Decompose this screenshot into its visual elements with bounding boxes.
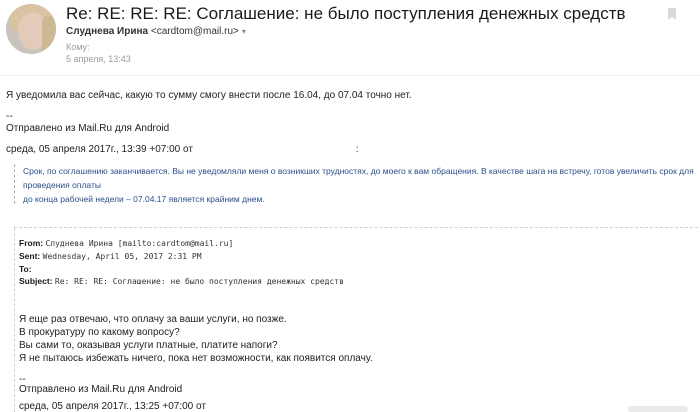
meta-from-label: From: bbox=[19, 238, 44, 248]
meta-sent: Sent: Wednesday, April 05, 2017 2:31 PM bbox=[19, 251, 202, 261]
message-subject: Re: RE: RE: RE: Соглашение: не было пост… bbox=[66, 4, 626, 23]
message-header: Re: RE: RE: RE: Соглашение: не было пост… bbox=[0, 0, 700, 75]
avatar-hair-side bbox=[42, 16, 56, 54]
sender-name[interactable]: Слуднева Ирина bbox=[66, 26, 148, 37]
quote-header-tail: : bbox=[355, 144, 359, 155]
message-line: Вы сами то, оказывая услуги платные, пла… bbox=[19, 340, 278, 351]
bookmark-flag-icon[interactable] bbox=[668, 8, 676, 20]
header-divider bbox=[0, 75, 700, 76]
meta-subject-label: Subject: bbox=[19, 276, 53, 286]
message-line: В прокуратуру по какому вопросу? bbox=[19, 327, 180, 338]
avatar[interactable] bbox=[6, 4, 56, 54]
meta-to: To: bbox=[19, 264, 32, 274]
message-date: 5 апреля, 13:43 bbox=[66, 54, 131, 64]
sender-email[interactable]: <cardtom@mail.ru> bbox=[151, 26, 239, 37]
quote-header-text: среда, 05 апреля 2017г., 13:39 +07:00 от bbox=[6, 144, 193, 155]
message-line: Я не пытаюсь избежать ничего, пока нет в… bbox=[19, 353, 373, 364]
quote-header: среда, 05 апреля 2017г., 13:25 +07:00 от bbox=[19, 401, 206, 412]
sent-from-signature: Отправлено из Mail.Ru для Android bbox=[19, 384, 183, 395]
recipient-label: Кому: bbox=[66, 42, 90, 52]
meta-sent-value: Wednesday, April 05, 2017 2:31 PM bbox=[42, 252, 202, 261]
sender-line[interactable]: Слуднева Ирина <cardtom@mail.ru> ▾ bbox=[66, 26, 246, 37]
meta-to-label: To: bbox=[19, 264, 32, 274]
message-line: Я еще раз отвечаю, что оплачу за ваши ус… bbox=[19, 314, 287, 325]
meta-from: From: Слуднева Ирина [mailto:cardtom@mai… bbox=[19, 238, 233, 248]
sent-from-signature: Отправлено из Mail.Ru для Android bbox=[6, 123, 170, 134]
meta-subject: Subject: Re: RE: RE: Соглашение: не было… bbox=[19, 276, 344, 286]
reply-line: Я уведомила вас сейчас, какую то сумму с… bbox=[6, 90, 412, 101]
quoted-message: Срок, по соглашению заканчивается. Вы не… bbox=[14, 164, 698, 204]
meta-subject-value: Re: RE: RE: Соглашение: не было поступле… bbox=[54, 277, 344, 286]
meta-from-value: Слуднева Ирина [mailto:cardtom@mail.ru] bbox=[45, 239, 234, 248]
signature-dash: -- bbox=[6, 111, 13, 122]
chevron-down-icon[interactable]: ▾ bbox=[242, 27, 246, 36]
scroll-indicator[interactable] bbox=[628, 406, 688, 412]
quote-header: среда, 05 апреля 2017г., 13:39 +07:00 от… bbox=[6, 144, 359, 155]
quote-line: до конца рабочей недели – 07.04.17 являе… bbox=[23, 194, 265, 204]
quote-line: Срок, по соглашению заканчивается. Вы не… bbox=[23, 166, 694, 190]
meta-sent-label: Sent: bbox=[19, 251, 41, 261]
